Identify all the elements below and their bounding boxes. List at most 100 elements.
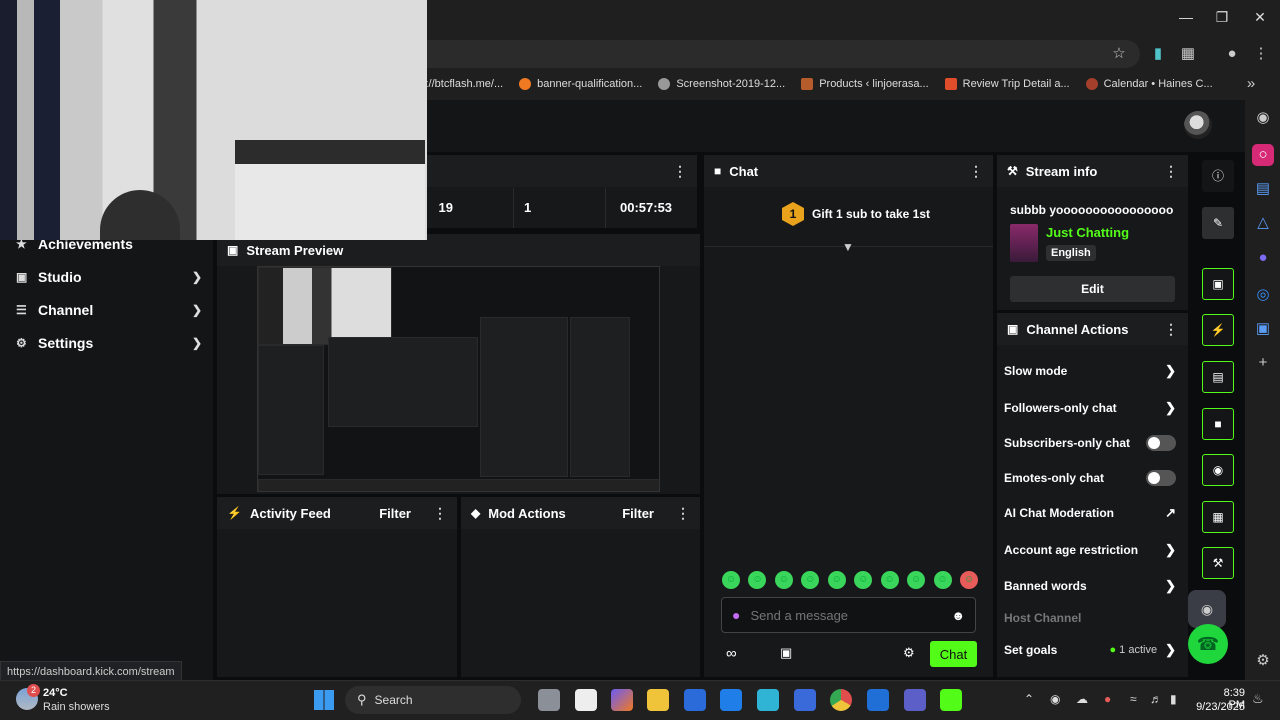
profile-icon[interactable]: ● xyxy=(1221,44,1243,64)
preview-toggle-icon[interactable]: ▣ xyxy=(1202,268,1234,300)
menu-dots-icon[interactable]: ⋮ xyxy=(1250,44,1272,64)
more-options-icon[interactable]: ⋮ xyxy=(676,505,690,522)
emote-icon[interactable]: ☺ xyxy=(748,571,767,589)
edit-stream-info-button[interactable]: Edit xyxy=(1010,276,1175,302)
sidebar-item-studio[interactable]: ▣ Studio ❯ xyxy=(16,265,202,289)
followers-only-row[interactable]: Followers-only chat ❯ xyxy=(1004,396,1176,420)
store-icon[interactable] xyxy=(684,689,706,711)
account-age-row[interactable]: Account age restriction ❯ xyxy=(1004,538,1176,562)
chat-bubble-icon[interactable]: ■ xyxy=(1202,408,1234,440)
chat-settings-icon[interactable]: ⚙ xyxy=(903,645,915,661)
emoji-icon[interactable]: ☻ xyxy=(951,608,965,623)
wifi-icon[interactable]: ≈ xyxy=(1130,692,1137,706)
tray-app-icon[interactable]: ◉ xyxy=(1050,692,1060,706)
gift-sub-banner[interactable]: 1 Gift 1 sub to take 1st xyxy=(782,202,930,226)
bookmark[interactable]: banner-qualification... xyxy=(519,78,642,90)
messenger-icon[interactable]: ● xyxy=(1252,247,1274,269)
stream-preview-video[interactable] xyxy=(257,266,660,492)
dropbox-icon[interactable] xyxy=(720,689,742,711)
notification-bell-icon[interactable]: ♨ xyxy=(1252,691,1264,707)
address-bar[interactable] xyxy=(380,40,1140,68)
microphone-icon[interactable]: ● xyxy=(732,607,740,623)
wrench-icon[interactable]: ⚒ xyxy=(1202,547,1234,579)
broadcast-icon[interactable]: ◉ xyxy=(1202,454,1234,486)
subscribers-only-toggle[interactable] xyxy=(1146,435,1176,451)
slow-mode-row[interactable]: Slow mode ❯ xyxy=(1004,359,1176,383)
bookmark[interactable]: s://btcflash.me/... xyxy=(420,78,503,90)
chrome-icon[interactable] xyxy=(830,689,852,711)
sidebar-item-settings[interactable]: ⚙ Settings ❯ xyxy=(16,331,202,355)
lightning-icon[interactable]: ⚡ xyxy=(1202,314,1234,346)
copilot-icon[interactable] xyxy=(611,689,633,711)
instagram-icon[interactable]: ○ xyxy=(1252,144,1274,166)
battery-icon[interactable]: ▮ xyxy=(1170,692,1177,706)
notepad-icon[interactable] xyxy=(575,689,597,711)
emote-icon[interactable]: ☺ xyxy=(722,571,740,589)
globe-icon[interactable]: ◉ xyxy=(1252,107,1274,129)
chevron-up-icon[interactable]: ⌃ xyxy=(1024,692,1034,706)
emote-icon[interactable]: ☺ xyxy=(907,571,926,589)
more-options-icon[interactable]: ⋮ xyxy=(673,163,687,180)
info-icon[interactable]: ⓘ xyxy=(1202,160,1234,192)
taskbar-search[interactable]: ⚲ Search xyxy=(345,686,521,714)
app-icon[interactable] xyxy=(794,689,816,711)
support-headset-icon[interactable]: ☎ xyxy=(1188,624,1228,664)
kick-studio-icon[interactable] xyxy=(940,689,962,711)
send-chat-button[interactable]: Chat xyxy=(930,641,977,667)
emote-icon[interactable]: ☺ xyxy=(854,571,873,589)
bell-icon[interactable]: △ xyxy=(1252,212,1274,234)
sidebar-item-channel[interactable]: ☰ Channel ❯ xyxy=(16,298,202,322)
maximize-icon[interactable]: ❐ xyxy=(1212,8,1232,26)
mod-filter-button[interactable]: Filter xyxy=(622,506,654,521)
onedrive-icon[interactable]: ☁ xyxy=(1076,692,1088,706)
clock-date[interactable]: 9/23/2025 xyxy=(1190,701,1245,713)
mod-queue-icon[interactable]: ▦ xyxy=(1202,501,1234,533)
emotes-only-toggle[interactable] xyxy=(1146,470,1176,486)
gear-icon[interactable]: ⚙ xyxy=(1252,650,1274,672)
emote-icon[interactable]: ☺ xyxy=(827,571,846,589)
emote-icon[interactable]: ☺ xyxy=(880,571,899,589)
translate-icon[interactable]: ▣ xyxy=(1252,318,1274,340)
set-goals-row[interactable]: Set goals ● 1 active ❯ xyxy=(1004,638,1176,662)
more-options-icon[interactable]: ⋮ xyxy=(1164,321,1178,338)
minimize-icon[interactable]: — xyxy=(1176,8,1196,26)
banned-words-row[interactable]: Banned words ❯ xyxy=(1004,574,1176,598)
teams-icon[interactable] xyxy=(904,689,926,711)
bookmark[interactable]: Products ‹ linjoerasa... xyxy=(801,78,929,90)
close-icon[interactable]: ✕ xyxy=(1250,8,1270,26)
more-options-icon[interactable]: ⋮ xyxy=(1164,163,1178,180)
outlook-icon[interactable] xyxy=(867,689,889,711)
activity-filter-button[interactable]: Filter xyxy=(379,506,411,521)
bookmark[interactable]: Calendar • Haines C... xyxy=(1085,78,1213,90)
app-icon[interactable] xyxy=(757,689,779,711)
task-view-icon[interactable] xyxy=(538,689,560,711)
pinned-expand-icon[interactable]: ▼ xyxy=(842,240,854,254)
chart-icon[interactable]: ▤ xyxy=(1252,178,1274,200)
bookmark[interactable]: Screenshot-2019-12... xyxy=(658,78,785,90)
notes-icon[interactable]: ▤ xyxy=(1202,361,1234,393)
avatar[interactable] xyxy=(1184,111,1212,139)
microphone-icon[interactable]: ● xyxy=(1104,692,1111,706)
bookmark[interactable]: Review Trip Detail a... xyxy=(944,78,1070,90)
pencil-icon[interactable]: ✎ xyxy=(1202,207,1234,239)
chat-input-box[interactable]: ● ☻ xyxy=(721,597,976,633)
more-options-icon[interactable]: ⋮ xyxy=(433,505,447,522)
ai-moderation-row[interactable]: AI Chat Moderation ↗ xyxy=(1004,501,1176,525)
windows-start-icon[interactable] xyxy=(314,690,334,710)
bookmarks-overflow-icon[interactable]: » xyxy=(1240,74,1262,94)
volume-icon[interactable]: ♬ xyxy=(1150,692,1162,706)
puzzle-icon[interactable]: ▦ xyxy=(1177,44,1199,64)
more-options-icon[interactable]: ⋮ xyxy=(969,163,983,180)
emote-icon[interactable]: ☺ xyxy=(774,571,793,589)
category-name[interactable]: Just Chatting xyxy=(1046,225,1129,240)
add-icon[interactable]: + xyxy=(1252,352,1274,374)
emote-icon[interactable]: ☺ xyxy=(801,571,820,589)
star-icon[interactable]: ☆ xyxy=(1108,44,1130,64)
extension-icon[interactable]: ▮ xyxy=(1147,44,1169,64)
emote-icon[interactable]: ☺ xyxy=(933,571,952,589)
infinity-icon[interactable]: ∞ xyxy=(726,645,737,662)
chat-message-input[interactable] xyxy=(750,607,952,623)
emote-icon[interactable]: ☺ xyxy=(959,571,978,589)
game-icon[interactable]: ◎ xyxy=(1252,284,1274,306)
store-icon[interactable]: ▣ xyxy=(780,645,792,661)
